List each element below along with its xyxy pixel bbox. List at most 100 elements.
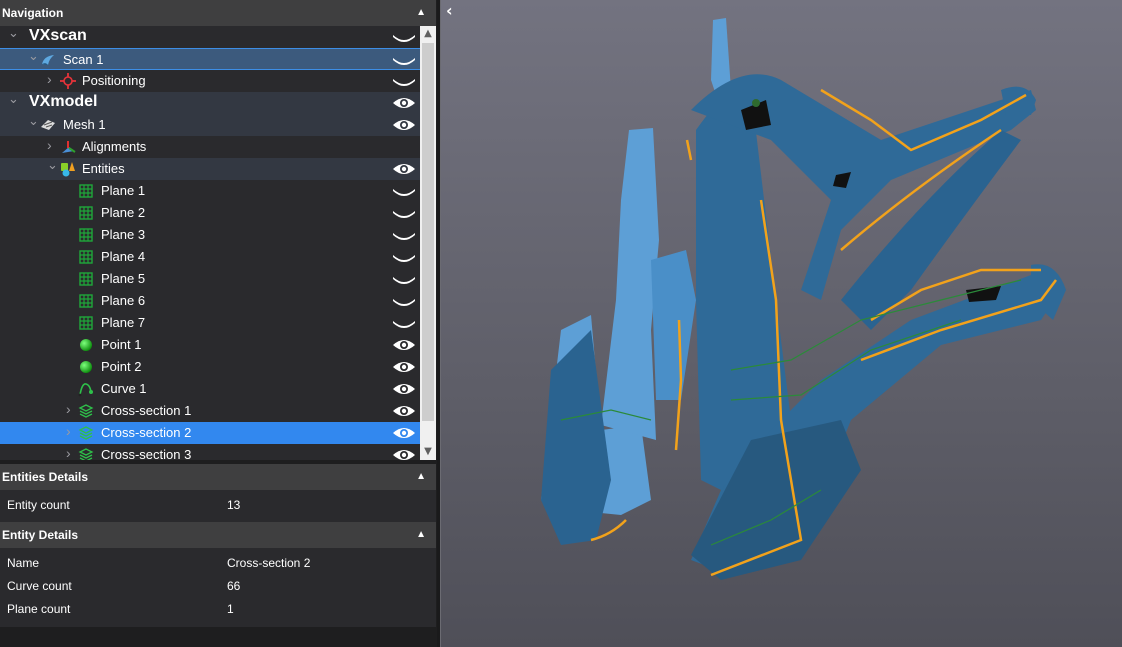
property-key: Entity count bbox=[7, 498, 70, 512]
plane-icon bbox=[78, 293, 94, 309]
scan-patch-tall bbox=[601, 128, 659, 440]
expander-expand-icon[interactable]: › bbox=[66, 423, 71, 439]
tree-item-label: Entities bbox=[82, 161, 125, 176]
entity-details-header[interactable]: Entity Details ▲ bbox=[0, 522, 436, 548]
property-key: Plane count bbox=[7, 602, 71, 616]
tree-item-vxmodel[interactable]: ⌄ VXmodel bbox=[0, 91, 420, 114]
entities-icon bbox=[60, 161, 76, 177]
visibility-hidden-icon[interactable] bbox=[392, 29, 416, 45]
navigation-title: Navigation bbox=[2, 6, 64, 20]
expander-collapse-icon[interactable]: ⌄ bbox=[47, 157, 58, 173]
property-value: 66 bbox=[227, 579, 241, 593]
property-value: Cross-section 2 bbox=[227, 556, 311, 570]
visibility-hidden-icon[interactable] bbox=[392, 183, 416, 199]
tree-item-point-2[interactable]: Point 2 bbox=[0, 356, 420, 378]
tree-item-plane-5[interactable]: Plane 5 bbox=[0, 268, 420, 290]
tree-item-alignments[interactable]: › Alignments bbox=[0, 136, 420, 158]
point-icon bbox=[78, 337, 94, 353]
entities-details-title: Entities Details bbox=[2, 470, 89, 484]
tree-item-entities[interactable]: ⌄ Entities bbox=[0, 157, 420, 180]
tree-item-label: Point 1 bbox=[101, 337, 142, 352]
tree-item-plane-2[interactable]: Plane 2 bbox=[0, 202, 420, 224]
expander-collapse-icon[interactable]: ⌄ bbox=[28, 48, 39, 64]
visibility-hidden-icon[interactable] bbox=[392, 315, 416, 331]
plane-icon bbox=[78, 315, 94, 331]
tree-item-label: VXmodel bbox=[29, 93, 98, 110]
cross-section-icon bbox=[78, 425, 94, 441]
tree-item-label: Cross-section 3 bbox=[101, 447, 192, 460]
tree-item-label: Plane 7 bbox=[101, 315, 146, 330]
tree-item-label: Cross-section 1 bbox=[101, 403, 192, 418]
plane-icon bbox=[78, 183, 94, 199]
tree-item-plane-6[interactable]: Plane 6 bbox=[0, 290, 420, 312]
scroll-down-arrow-icon[interactable]: ▼ bbox=[420, 444, 436, 460]
tree-item-positioning[interactable]: › Positioning bbox=[0, 70, 420, 92]
tree-item-curve-1[interactable]: Curve 1 bbox=[0, 378, 420, 400]
navigation-header[interactable]: Navigation ▲ bbox=[0, 0, 436, 26]
tree-item-scan-1[interactable]: ⌄ Scan 1 bbox=[0, 48, 420, 70]
visibility-eye-icon[interactable] bbox=[392, 403, 416, 419]
visibility-eye-icon[interactable] bbox=[392, 381, 416, 397]
visibility-eye-icon[interactable] bbox=[392, 95, 416, 111]
expander-collapse-icon[interactable]: ⌄ bbox=[8, 26, 19, 41]
visibility-eye-icon[interactable] bbox=[392, 359, 416, 375]
expander-expand-icon[interactable]: › bbox=[66, 401, 71, 417]
visibility-eye-icon[interactable] bbox=[392, 425, 416, 441]
property-value: 13 bbox=[227, 498, 241, 512]
chevron-up-icon[interactable]: ▲ bbox=[416, 522, 426, 548]
point-icon bbox=[78, 359, 94, 375]
visibility-eye-icon[interactable] bbox=[392, 447, 416, 460]
chevron-up-icon[interactable]: ▲ bbox=[416, 464, 426, 490]
tree-item-label: Plane 3 bbox=[101, 227, 146, 242]
property-value: 1 bbox=[227, 602, 234, 616]
entities-details-header[interactable]: Entities Details ▲ bbox=[0, 464, 436, 490]
tree-item-plane-7[interactable]: Plane 7 bbox=[0, 312, 420, 334]
visibility-hidden-icon[interactable] bbox=[392, 227, 416, 243]
point-marker bbox=[752, 99, 760, 107]
tree-item-plane-4[interactable]: Plane 4 bbox=[0, 246, 420, 268]
property-row: Plane count 1 bbox=[0, 598, 436, 621]
visibility-eye-icon[interactable] bbox=[392, 117, 416, 133]
tree-item-plane-1[interactable]: Plane 1 bbox=[0, 180, 420, 202]
tree-item-cross-section-3[interactable]: › Cross-section 3 bbox=[0, 444, 420, 460]
tree-scrollbar[interactable]: ▲ ▼ bbox=[420, 26, 436, 460]
tree-item-vxscan[interactable]: ⌄ VXscan bbox=[0, 26, 420, 48]
visibility-hidden-icon[interactable] bbox=[392, 52, 416, 68]
expander-collapse-icon[interactable]: ⌄ bbox=[28, 113, 39, 129]
tree-item-label: Plane 5 bbox=[101, 271, 146, 286]
left-panel: Navigation ▲ ⌄ VXscan ⌄ Scan 1 › Positioning ⌄… bbox=[0, 0, 437, 647]
property-row: Curve count 66 bbox=[0, 575, 436, 598]
visibility-eye-icon[interactable] bbox=[392, 161, 416, 177]
tree-item-cross-section-1[interactable]: › Cross-section 1 bbox=[0, 400, 420, 422]
scroll-up-arrow-icon[interactable]: ▲ bbox=[420, 26, 436, 42]
expander-expand-icon[interactable]: › bbox=[47, 71, 52, 87]
property-row: Name Cross-section 2 bbox=[0, 552, 436, 575]
expander-expand-icon[interactable]: › bbox=[66, 445, 71, 460]
visibility-hidden-icon[interactable] bbox=[392, 293, 416, 309]
tree-item-plane-3[interactable]: Plane 3 bbox=[0, 224, 420, 246]
plane-icon bbox=[78, 227, 94, 243]
plane-icon bbox=[78, 249, 94, 265]
navigation-tree: ⌄ VXscan ⌄ Scan 1 › Positioning ⌄ VXmodel ⌄ Mesh … bbox=[0, 26, 420, 460]
expander-expand-icon[interactable]: › bbox=[47, 137, 52, 153]
chevron-up-icon[interactable]: ▲ bbox=[416, 0, 426, 26]
tree-item-label: Plane 1 bbox=[101, 183, 146, 198]
visibility-hidden-icon[interactable] bbox=[392, 271, 416, 287]
property-key: Curve count bbox=[7, 579, 72, 593]
expander-collapse-icon[interactable]: ⌄ bbox=[8, 91, 19, 107]
tree-item-point-1[interactable]: Point 1 bbox=[0, 334, 420, 356]
visibility-hidden-icon[interactable] bbox=[392, 205, 416, 221]
tree-item-label: Alignments bbox=[82, 139, 147, 154]
visibility-hidden-icon[interactable] bbox=[392, 249, 416, 265]
visibility-hidden-icon[interactable] bbox=[392, 73, 416, 89]
tree-item-mesh-1[interactable]: ⌄ Mesh 1 bbox=[0, 113, 420, 136]
scan-icon bbox=[40, 52, 56, 68]
scanned-frame-model[interactable] bbox=[441, 0, 1122, 647]
plane-icon bbox=[78, 205, 94, 221]
scroll-thumb[interactable] bbox=[422, 43, 434, 421]
chevron-left-icon[interactable]: ‹ bbox=[446, 1, 453, 20]
tree-item-label: Plane 2 bbox=[101, 205, 146, 220]
3d-viewport[interactable]: ‹ bbox=[441, 0, 1122, 647]
visibility-eye-icon[interactable] bbox=[392, 337, 416, 353]
tree-item-cross-section-2[interactable]: › Cross-section 2 bbox=[0, 422, 420, 444]
